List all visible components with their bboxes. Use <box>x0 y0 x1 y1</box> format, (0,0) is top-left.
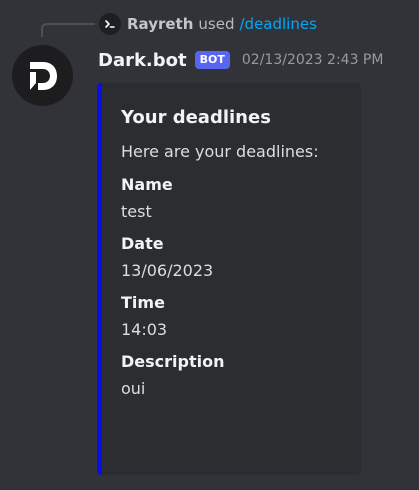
field-value: oui <box>121 379 146 398</box>
timestamp[interactable]: 02/13/2023 2:43 PM <box>242 52 384 68</box>
bot-badge: BOT <box>194 51 230 69</box>
embed-field-date: Date 13/06/2023 <box>121 234 361 281</box>
username[interactable]: Dark.bot <box>98 50 187 71</box>
field-label: Name <box>121 175 173 194</box>
terminal-icon <box>99 13 121 35</box>
command-name-link[interactable]: /deadlines <box>240 15 317 33</box>
message-header: Dark.bot BOT 02/13/2023 2:43 PM <box>98 46 383 74</box>
embed-field-name: Name test <box>121 175 361 222</box>
embed-field-time: Time 14:03 <box>121 293 361 340</box>
field-label: Time <box>121 293 165 312</box>
command-user[interactable]: Rayreth <box>127 15 193 33</box>
embed-title: Your deadlines <box>121 107 271 128</box>
chat-message: Rayreth used /deadlines Dark.bot BOT 02/… <box>0 0 419 490</box>
command-used-line: Rayreth used /deadlines <box>99 12 317 36</box>
embed-field-description: Description oui <box>121 352 361 399</box>
field-value: 14:03 <box>121 320 168 339</box>
field-value: 13/06/2023 <box>121 261 214 280</box>
embed-description: Here are your deadlines: <box>121 142 319 161</box>
avatar[interactable] <box>12 45 73 106</box>
dark-bot-logo <box>29 61 57 90</box>
command-used-text: used <box>198 15 235 33</box>
embed: Your deadlines Here are your deadlines: … <box>97 83 361 475</box>
field-value: test <box>121 202 152 221</box>
field-label: Date <box>121 234 164 253</box>
field-label: Description <box>121 352 225 371</box>
reply-connector <box>41 23 95 37</box>
